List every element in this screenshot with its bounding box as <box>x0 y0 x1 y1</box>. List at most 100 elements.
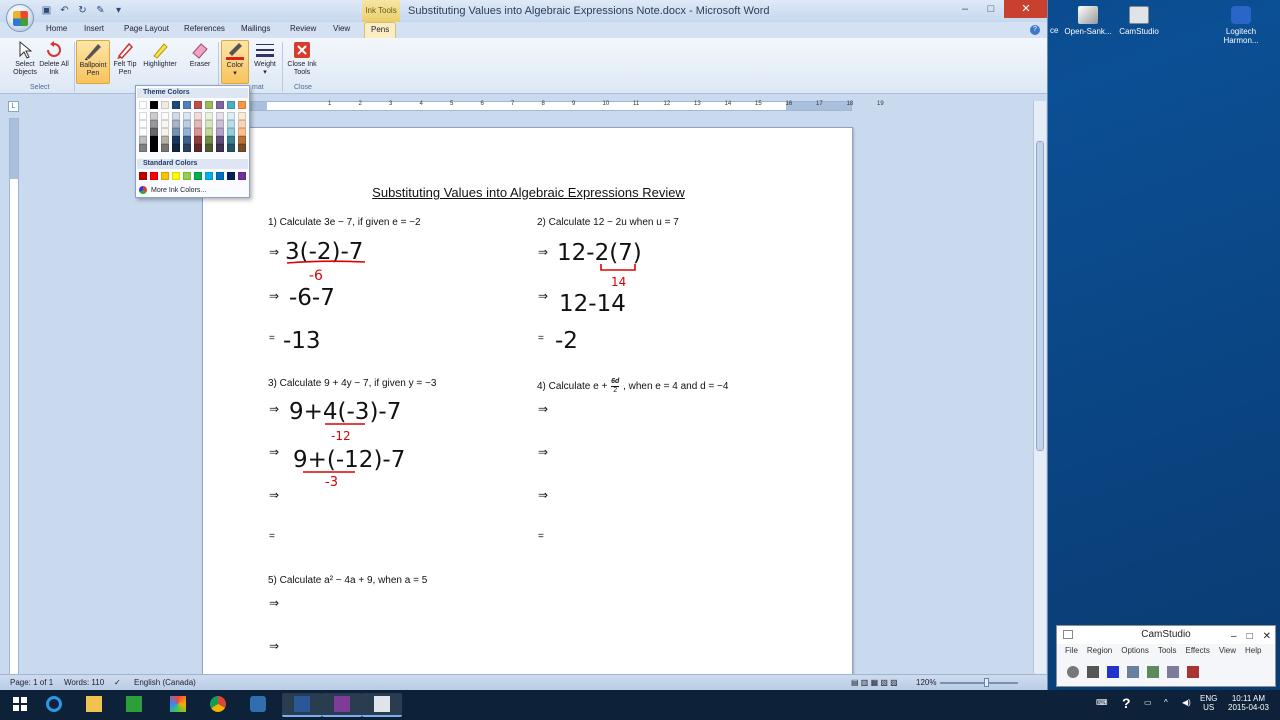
color-swatch[interactable] <box>183 136 191 144</box>
color-swatch[interactable] <box>238 112 246 120</box>
color-swatch[interactable] <box>238 144 246 152</box>
color-swatch[interactable] <box>194 101 202 109</box>
color-swatch[interactable] <box>183 128 191 136</box>
color-swatch[interactable] <box>161 136 169 144</box>
color-swatch[interactable] <box>205 136 213 144</box>
color-swatch[interactable] <box>172 112 180 120</box>
color-swatch[interactable] <box>227 101 235 109</box>
page-count[interactable]: Page: 1 of 1 <box>10 678 53 687</box>
region-icon[interactable] <box>1127 666 1139 678</box>
color-swatch[interactable] <box>172 128 180 136</box>
color-swatch[interactable] <box>194 136 202 144</box>
desktop-icon-camstudio[interactable]: CamStudio <box>1116 6 1162 36</box>
color-swatch[interactable] <box>227 120 235 128</box>
color-swatch[interactable] <box>183 120 191 128</box>
tab-mailings[interactable]: Mailings <box>241 24 270 33</box>
color-swatch[interactable] <box>150 120 158 128</box>
maximize-button[interactable]: □ <box>978 0 1004 18</box>
tab-view[interactable]: View <box>333 24 350 33</box>
color-swatch[interactable] <box>227 144 235 152</box>
color-swatch[interactable] <box>150 136 158 144</box>
color-swatch[interactable] <box>238 128 246 136</box>
keyboard-icon[interactable]: ⌨ <box>1096 698 1108 707</box>
tab-review[interactable]: Review <box>290 24 316 33</box>
taskbar-app-rocket[interactable] <box>238 693 278 717</box>
tab-references[interactable]: References <box>184 24 225 33</box>
color-swatch[interactable] <box>194 172 202 180</box>
taskbar-file-explorer[interactable] <box>74 693 114 717</box>
color-swatch[interactable] <box>205 128 213 136</box>
clock[interactable]: 10:11 AM 2015-04-03 <box>1228 694 1269 712</box>
record-icon[interactable] <box>1067 666 1079 678</box>
tab-home[interactable]: Home <box>46 24 67 33</box>
eraser-button[interactable]: Eraser <box>183 40 217 84</box>
annotation-icon[interactable] <box>1167 666 1179 678</box>
camstudio-menu-effects[interactable]: Effects <box>1186 646 1210 655</box>
color-swatch[interactable] <box>183 144 191 152</box>
undo-icon[interactable]: ↶ <box>58 5 71 17</box>
color-swatch[interactable] <box>205 144 213 152</box>
color-swatch[interactable] <box>194 112 202 120</box>
weight-button[interactable]: Weight ▾ <box>250 40 280 84</box>
office-button[interactable] <box>6 4 34 32</box>
tab-selector[interactable]: L <box>8 101 19 112</box>
color-swatch[interactable] <box>238 120 246 128</box>
color-swatch[interactable] <box>194 144 202 152</box>
taskbar-chrome[interactable] <box>198 693 238 717</box>
tab-page-layout[interactable]: Page Layout <box>124 24 169 33</box>
tab-pens[interactable]: Pens <box>364 22 397 38</box>
color-swatch[interactable] <box>139 128 147 136</box>
ballpoint-pen-button[interactable]: Ballpoint Pen <box>76 40 110 84</box>
close-button[interactable]: ✕ <box>1263 628 1271 646</box>
highlighter-button[interactable]: Highlighter <box>140 40 180 84</box>
color-swatch[interactable] <box>150 112 158 120</box>
color-button[interactable]: Color ▾ <box>221 40 249 84</box>
color-swatch[interactable] <box>139 144 147 152</box>
felt-tip-pen-button[interactable]: Felt Tip Pen <box>108 40 142 84</box>
save-icon[interactable]: ▣ <box>40 5 53 17</box>
color-swatch[interactable] <box>194 120 202 128</box>
color-swatch[interactable] <box>161 144 169 152</box>
options-icon[interactable] <box>1147 666 1159 678</box>
color-swatch[interactable] <box>216 128 224 136</box>
cursor-effect-icon[interactable] <box>1187 666 1199 678</box>
color-swatch[interactable] <box>172 136 180 144</box>
desktop-icon-logitech-harmony[interactable]: Logitech Harmon... <box>1218 6 1264 45</box>
camstudio-menu-file[interactable]: File <box>1065 646 1078 655</box>
color-swatch[interactable] <box>205 120 213 128</box>
redo-icon[interactable]: ↻ <box>76 5 89 17</box>
taskbar-word[interactable] <box>282 693 322 717</box>
minimize-button[interactable]: – <box>952 0 978 18</box>
color-swatch[interactable] <box>227 172 235 180</box>
color-swatch[interactable] <box>150 144 158 152</box>
zoom-slider[interactable] <box>940 682 1018 684</box>
color-swatch[interactable] <box>150 101 158 109</box>
desktop-icon-open-sankore[interactable]: Open-Sank... <box>1064 6 1112 36</box>
color-swatch[interactable] <box>161 128 169 136</box>
color-swatch[interactable] <box>172 144 180 152</box>
taskbar-onenote[interactable] <box>322 693 362 717</box>
qat-more-icon[interactable]: ▾ <box>112 5 125 17</box>
color-swatch[interactable] <box>238 136 246 144</box>
stop-icon[interactable] <box>1107 666 1119 678</box>
camstudio-menu-help[interactable]: Help <box>1245 646 1261 655</box>
camstudio-menu-tools[interactable]: Tools <box>1158 646 1177 655</box>
horizontal-ruler[interactable]: 1 2 3 4 5 6 7 8 9 10 11 12 13 14 15 16 17 18 19 <box>202 101 884 111</box>
color-swatch[interactable] <box>139 136 147 144</box>
delete-all-ink-button[interactable]: Delete All Ink <box>37 40 71 84</box>
taskbar-store[interactable] <box>114 693 154 717</box>
color-swatch[interactable] <box>216 144 224 152</box>
color-swatch[interactable] <box>238 101 246 109</box>
taskbar-photos[interactable] <box>158 693 198 717</box>
color-swatch[interactable] <box>216 120 224 128</box>
tray-chevron-icon[interactable]: ^ <box>1164 698 1168 707</box>
taskbar-camstudio[interactable] <box>362 693 402 717</box>
network-icon[interactable]: ▭ <box>1144 698 1152 707</box>
color-swatch[interactable] <box>139 172 147 180</box>
camstudio-menu-region[interactable]: Region <box>1087 646 1112 655</box>
taskbar-internet-explorer[interactable] <box>34 693 74 717</box>
view-buttons[interactable]: ▤ ▥ ▦ ▧ ▨ <box>851 678 898 687</box>
color-swatch[interactable] <box>161 112 169 120</box>
minimize-button[interactable]: – <box>1231 628 1237 646</box>
color-swatch[interactable] <box>172 120 180 128</box>
